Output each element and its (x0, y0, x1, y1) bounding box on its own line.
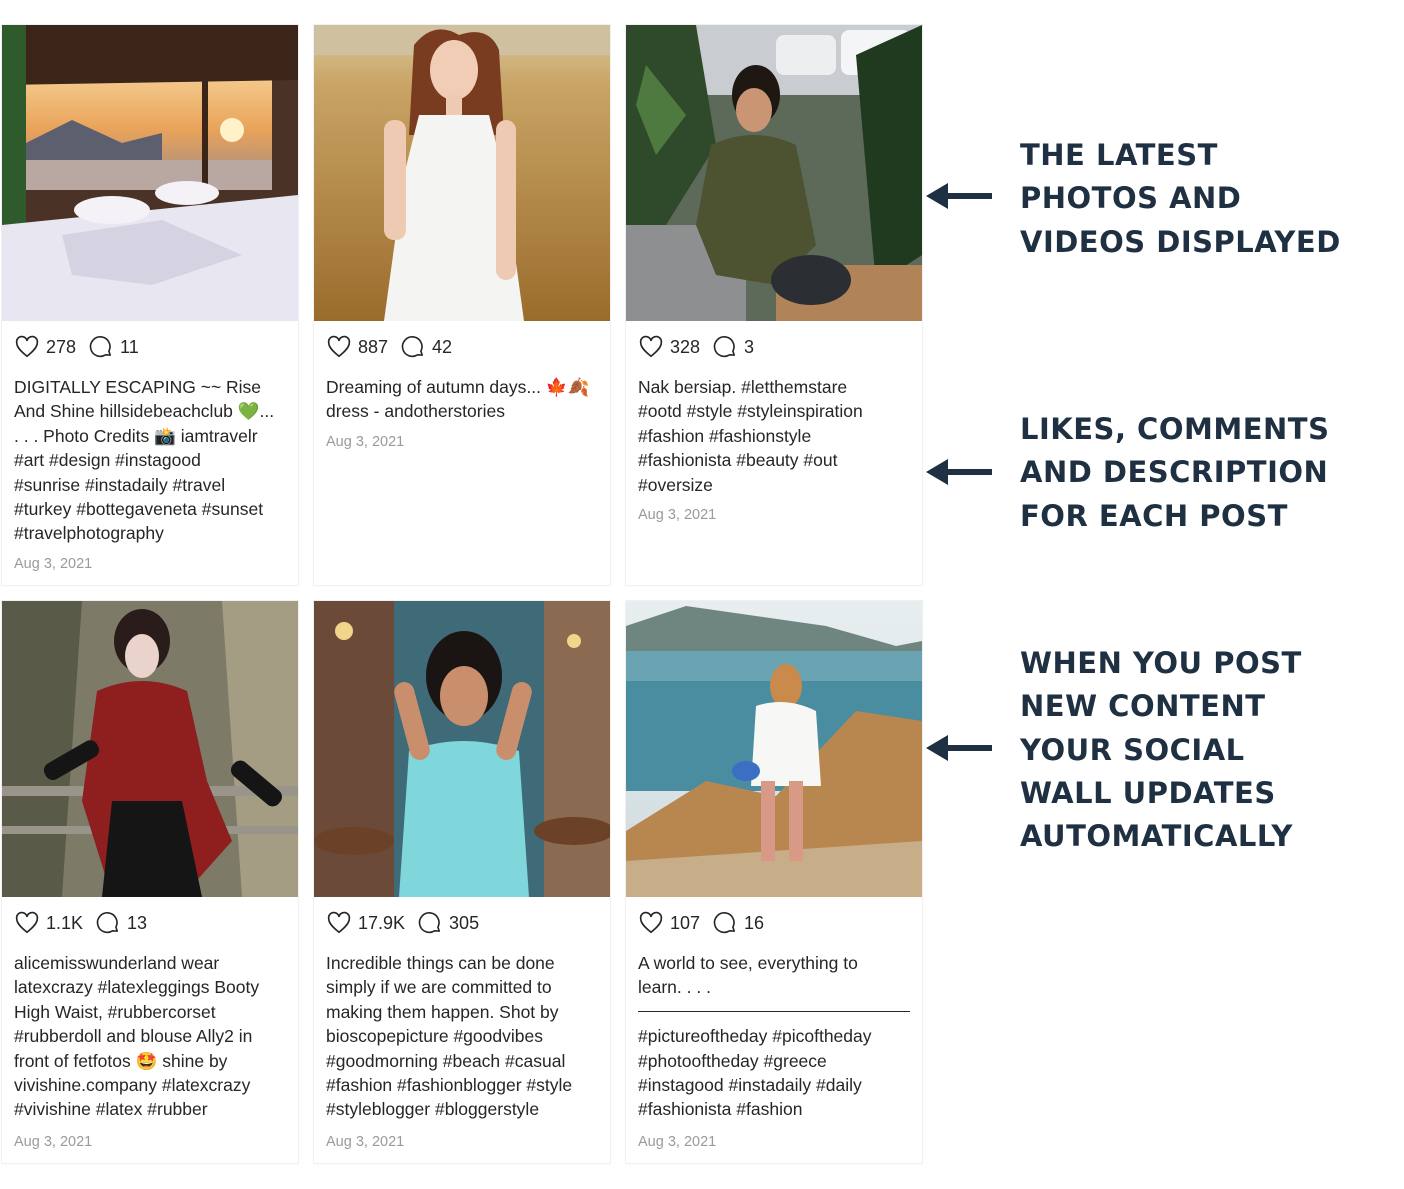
comment-bubble-icon (418, 912, 441, 934)
post-date: Aug 3, 2021 (326, 1134, 405, 1150)
likes-count: 887 (358, 336, 389, 357)
annotation-likes-comments: LIKES, COMMENTS AND DESCRIPTION FOR EACH… (1020, 412, 1330, 533)
comments-count: 13 (127, 912, 148, 933)
post-card[interactable]: 887 42 Dreaming of autumn days... 🍁🍂 dre… (314, 25, 610, 585)
comments[interactable]: 11 (88, 334, 139, 360)
comments[interactable]: 42 (400, 334, 452, 360)
post-card[interactable]: 328 3 Nak bersiap. #letthemstare #ootd #… (626, 25, 922, 585)
post-caption: Dreaming of autumn days... 🍁🍂 dress - an… (326, 377, 590, 422)
post-card[interactable]: 107 16 A world to see, everything to lea… (626, 601, 922, 1163)
post-stats: 1.1K 13 (14, 909, 159, 937)
comments-count: 42 (432, 336, 453, 357)
comments-count: 11 (120, 336, 139, 357)
post-photo[interactable] (626, 25, 922, 321)
comment-bubble-icon (401, 336, 424, 358)
post-caption: Nak bersiap. #letthemstare #ootd #style … (638, 377, 863, 495)
comment-bubble-icon (713, 336, 736, 358)
post-card[interactable]: 278 11 DIGITALLY ESCAPING ~~ Rise And Sh… (2, 25, 298, 585)
post-photo[interactable] (2, 601, 298, 897)
likes-count: 17.9K (358, 912, 406, 933)
likes[interactable]: 328 (638, 334, 700, 360)
annotation-auto-updates: WHEN YOU POST NEW CONTENT YOUR SOCIAL WA… (1020, 646, 1302, 854)
likes-count: 107 (670, 912, 701, 933)
post-stats: 328 3 (638, 333, 766, 361)
likes[interactable]: 1.1K (14, 910, 83, 936)
post-stats: 107 16 (638, 909, 776, 937)
post-stats: 278 11 (14, 333, 151, 361)
likes[interactable]: 278 (14, 334, 76, 360)
comments-count: 3 (744, 336, 755, 357)
caption-separator-line (638, 1011, 910, 1012)
post-date: Aug 3, 2021 (326, 434, 405, 450)
post-date: Aug 3, 2021 (638, 1134, 717, 1150)
post-photo[interactable] (314, 25, 610, 321)
likes[interactable]: 887 (326, 334, 388, 360)
post-caption: A world to see, everything to learn. . .… (638, 953, 872, 1120)
comments-count: 305 (449, 912, 480, 933)
likes-count: 1.1K (46, 912, 84, 933)
comments[interactable]: 3 (712, 334, 754, 360)
heart-icon (639, 911, 663, 934)
likes[interactable]: 107 (638, 910, 700, 936)
post-card[interactable]: 1.1K 13 alicemisswunderland wear latexcr… (2, 601, 298, 1163)
comments[interactable]: 13 (95, 910, 147, 936)
heart-icon (327, 911, 351, 934)
post-photo[interactable] (626, 601, 922, 897)
post-caption: DIGITALLY ESCAPING ~~ Rise And Shine hil… (14, 377, 275, 544)
post-photo[interactable] (2, 25, 298, 321)
post-stats: 887 42 (326, 333, 464, 361)
arrow-left-icon (926, 459, 992, 485)
comment-bubble-icon (89, 336, 112, 358)
heart-icon (15, 911, 39, 934)
comment-bubble-icon (96, 912, 119, 934)
post-caption: Incredible things can be done simply if … (326, 953, 573, 1120)
heart-icon (639, 335, 663, 358)
heart-icon (15, 335, 39, 358)
post-date: Aug 3, 2021 (14, 1134, 93, 1150)
annotation-latest-photos: THE LATEST PHOTOS AND VIDEOS DISPLAYED (1020, 138, 1341, 259)
comment-bubble-icon (713, 912, 736, 934)
post-date: Aug 3, 2021 (14, 556, 93, 572)
post-caption: alicemisswunderland wear latexcrazy #lat… (14, 953, 260, 1120)
likes-count: 328 (670, 336, 701, 357)
arrow-left-icon (926, 183, 992, 209)
comments[interactable]: 16 (712, 910, 764, 936)
comments-count: 16 (744, 912, 765, 933)
post-date: Aug 3, 2021 (638, 507, 717, 523)
post-card[interactable]: 17.9K 305 Incredible things can be done … (314, 601, 610, 1163)
likes[interactable]: 17.9K (326, 910, 405, 936)
post-stats: 17.9K 305 (326, 909, 491, 937)
arrow-left-icon (926, 735, 992, 761)
heart-icon (327, 335, 351, 358)
post-photo[interactable] (314, 601, 610, 897)
comments[interactable]: 305 (417, 910, 479, 936)
likes-count: 278 (46, 336, 77, 357)
